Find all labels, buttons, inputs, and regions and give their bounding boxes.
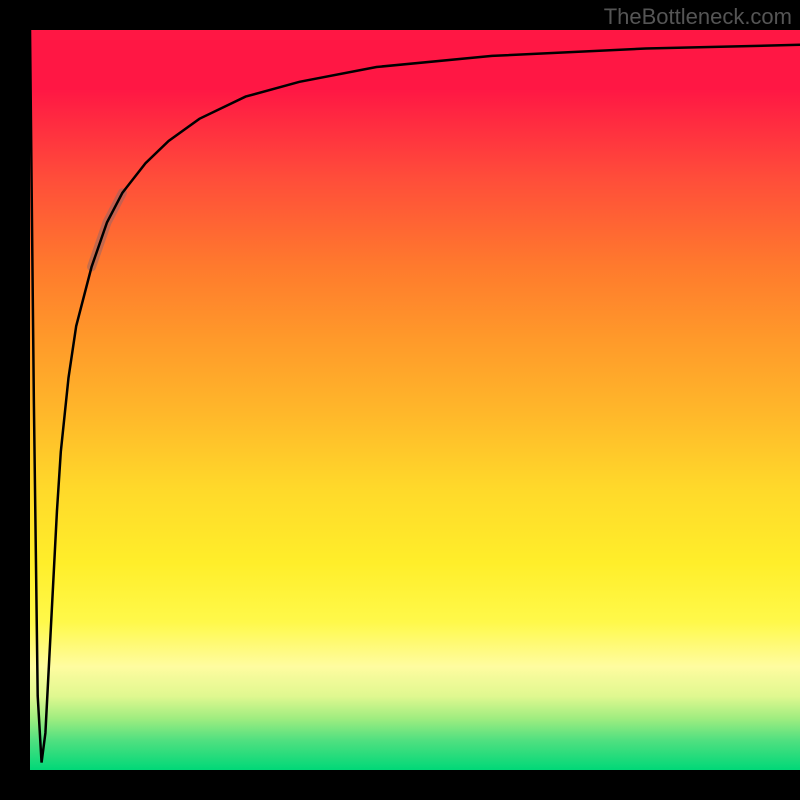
curve-svg (30, 30, 800, 770)
watermark-text: TheBottleneck.com (604, 4, 792, 30)
plot-area (30, 30, 800, 770)
bottleneck-curve (30, 30, 800, 763)
